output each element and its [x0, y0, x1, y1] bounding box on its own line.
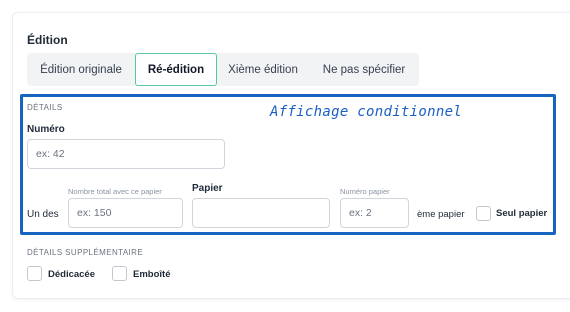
emboite-label: Emboîté — [133, 269, 171, 280]
seul-papier-label: Seul papier — [496, 208, 548, 219]
dedicacee-checkbox[interactable] — [27, 266, 42, 281]
dedicacee-label: Dédicacée — [48, 269, 96, 280]
edition-tabs: Édition originale Ré-édition Xième éditi… — [27, 53, 419, 86]
tab-edition-originale[interactable]: Édition originale — [27, 53, 135, 86]
tab-ne-pas-specifier[interactable]: Ne pas spécifier — [309, 53, 419, 86]
papier-label: Papier — [192, 183, 223, 194]
un-des-text: Un des — [27, 209, 59, 220]
seul-papier-checkbox[interactable] — [476, 206, 491, 221]
details-section-label: DÉTAILS — [27, 103, 63, 112]
numero-papier-hint-label: Numéro papier — [340, 187, 390, 196]
numero-papier-input[interactable] — [340, 198, 409, 228]
tab-xieme-edition[interactable]: Xième édition — [217, 53, 309, 86]
total-papier-input[interactable] — [68, 198, 183, 228]
edition-title: Édition — [27, 33, 68, 47]
conditional-display-annotation: Affichage conditionnel — [270, 104, 463, 120]
tab-re-edition[interactable]: Ré-édition — [135, 53, 217, 86]
emboite-checkbox[interactable] — [112, 266, 127, 281]
extra-details-section-label: DÉTAILS SUPPLÉMENTAIRE — [27, 248, 144, 257]
eme-papier-text: ème papier — [417, 209, 465, 220]
total-hint-label: Nombre total avec ce papier — [68, 187, 162, 196]
numero-input[interactable] — [27, 139, 225, 169]
numero-label: Numéro — [27, 124, 65, 135]
papier-input[interactable] — [192, 198, 330, 228]
